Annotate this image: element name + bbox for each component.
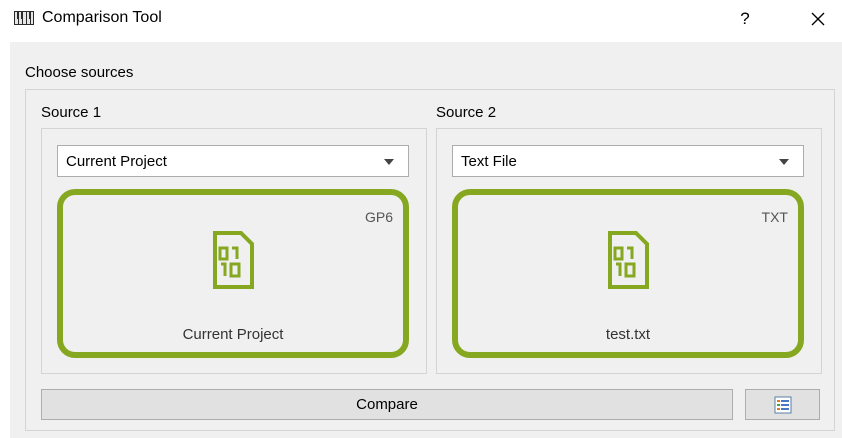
chevron-down-icon [384,159,394,165]
source1-card[interactable]: GP6 Current Project [57,189,409,358]
choose-sources-label: Choose sources [25,64,134,81]
report-view-icon [774,396,792,414]
close-icon [811,12,825,26]
help-button[interactable]: ? [730,4,760,34]
source2-file-name: test.txt [605,326,651,343]
source2-label: Source 2 [436,104,497,121]
source1-extension: GP6 [364,209,393,225]
title-bar: Comparison Tool ? [0,0,842,38]
view-report-button[interactable] [745,389,820,420]
source1-selected-value: Current Project [66,153,167,170]
source1-dropdown[interactable]: Current Project [57,145,409,177]
app-icon [14,11,34,25]
source2-dropdown[interactable]: Text File [452,145,804,177]
source2-selected-value: Text File [461,153,517,170]
source1-label: Source 1 [41,104,102,121]
source2-extension: TXT [761,209,788,225]
binary-file-icon [606,231,650,289]
window-title: Comparison Tool [42,9,162,26]
binary-file-icon [211,231,255,289]
source1-file-name: Current Project [182,326,284,343]
chevron-down-icon [779,159,789,165]
close-button[interactable] [800,4,836,34]
compare-button[interactable]: Compare [41,389,733,420]
source2-card[interactable]: TXT test.txt [452,189,804,358]
